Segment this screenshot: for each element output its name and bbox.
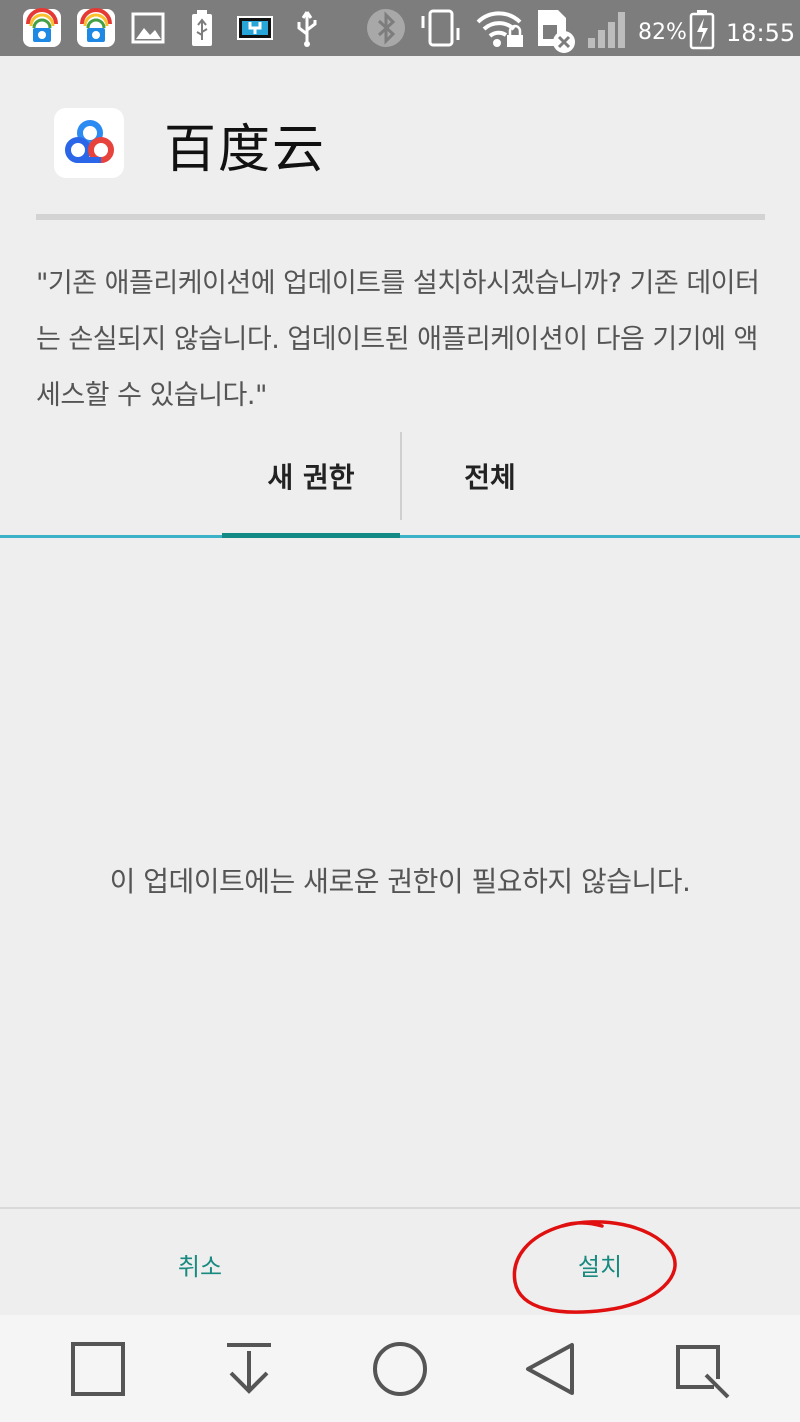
app-header: 百度云 — [0, 56, 800, 216]
notification-pulldown-icon[interactable] — [217, 1337, 281, 1401]
charging-plug-icon — [236, 8, 274, 52]
baidu-cloud-logo-icon — [54, 108, 124, 178]
tab-new-permissions[interactable]: 새 권한 — [222, 430, 400, 536]
signal-icon — [586, 8, 632, 54]
usb-icon — [292, 8, 322, 52]
battery-percent: 82% — [638, 20, 687, 45]
usb-battery-icon — [188, 8, 216, 52]
tab-all-permissions[interactable]: 전체 — [402, 430, 578, 536]
qslide-icon[interactable] — [670, 1337, 734, 1401]
back-triangle-icon[interactable] — [518, 1337, 582, 1401]
cancel-button[interactable]: 취소 — [0, 1209, 400, 1315]
recents-square-icon[interactable] — [66, 1337, 130, 1401]
navigation-bar — [0, 1315, 800, 1422]
app-name: 百度云 — [164, 120, 327, 180]
wifi-locked-icon — [474, 8, 526, 52]
battery-charging-icon — [688, 8, 716, 54]
home-circle-icon[interactable] — [368, 1337, 432, 1401]
bluetooth-icon — [366, 8, 406, 52]
tabs-underline — [0, 535, 800, 538]
baidu-app-icon — [76, 8, 116, 52]
permission-tabs: 새 권한 전체 — [0, 430, 800, 538]
sim-missing-icon — [534, 8, 580, 58]
no-new-permissions-message: 이 업데이트에는 새로운 권한이 필요하지 않습니다. — [109, 865, 691, 898]
install-message: "기존 애플리케이션에 업데이트를 설치하시겠습니까? 기존 데이터는 손실되지… — [36, 268, 760, 411]
status-bar: 82% 18:55 — [0, 0, 800, 56]
image-icon — [130, 8, 166, 52]
vibrate-icon — [418, 8, 464, 52]
red-annotation-circle — [512, 1220, 677, 1314]
baidu-app-icon — [22, 8, 62, 52]
tab-selected-indicator — [222, 533, 400, 538]
clock: 18:55 — [726, 19, 796, 47]
header-divider — [36, 214, 765, 220]
